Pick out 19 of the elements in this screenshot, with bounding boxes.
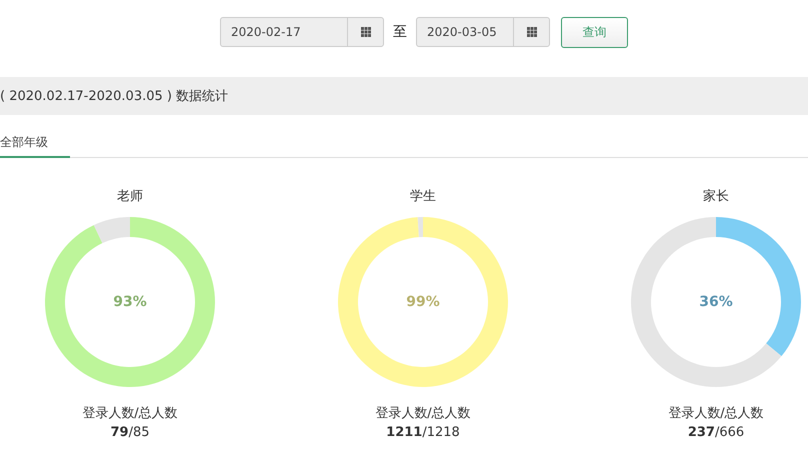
grid-icon <box>526 27 536 37</box>
end-date-field[interactable]: 2020-03-05 <box>416 17 550 47</box>
grade-tab[interactable]: 全部年级 <box>0 128 70 158</box>
start-date-field[interactable]: 2020-02-17 <box>220 17 384 47</box>
section-title: ( 2020.02.17-2020.03.05 ) 数据统计 <box>0 88 228 105</box>
count-caption: 登录人数/总人数 <box>82 405 178 422</box>
chart-title: 老师 <box>117 188 143 206</box>
percent-value: 99% <box>406 294 440 310</box>
login-count: 79/85 <box>110 425 150 440</box>
percent-value: 36% <box>699 294 733 310</box>
count-caption: 登录人数/总人数 <box>375 405 471 422</box>
chart-title: 家长 <box>703 188 729 206</box>
chart-title: 学生 <box>410 188 436 206</box>
range-separator: 至 <box>393 23 407 41</box>
login-count: 237/666 <box>688 425 744 440</box>
percent-value: 93% <box>113 294 147 310</box>
grid-icon <box>360 27 370 37</box>
login-count: 1211/1218 <box>386 425 460 440</box>
count-caption: 登录人数/总人数 <box>668 405 764 422</box>
